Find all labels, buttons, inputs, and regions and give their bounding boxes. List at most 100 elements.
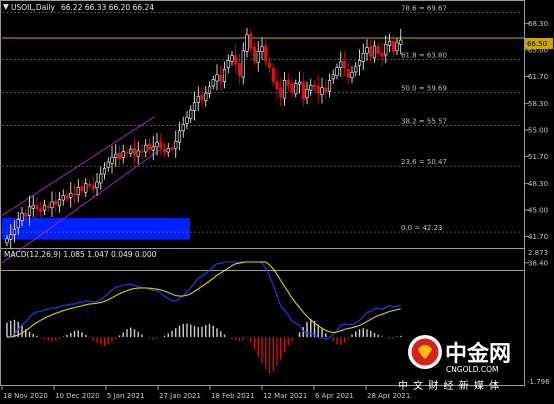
price-tick-label: 38.40 xyxy=(528,259,548,267)
candle-body xyxy=(121,151,125,158)
time-tick-label: 10 Dec 2020 xyxy=(55,392,100,400)
price-tick-label: 58.30 xyxy=(528,100,548,108)
candle-body xyxy=(275,81,279,90)
candle-body xyxy=(144,144,148,153)
candle-body xyxy=(185,116,189,124)
candle-body xyxy=(189,109,193,119)
price-tick-label: 41.70 xyxy=(528,233,548,241)
candle-body xyxy=(324,87,328,92)
candle-body xyxy=(162,148,167,152)
fib-level-label: 38.2 = 55.57 xyxy=(401,117,447,125)
candle-body xyxy=(316,85,320,94)
candle-body xyxy=(80,186,84,192)
candle-body xyxy=(395,42,399,51)
time-tick-label: 18 Nov 2020 xyxy=(3,392,48,400)
fib-level-label: 61.8 = 63.80 xyxy=(401,52,447,60)
candle-body xyxy=(192,102,197,111)
candle-body xyxy=(305,88,309,98)
price-tick-label: 48.30 xyxy=(528,180,548,188)
candle-body xyxy=(106,161,110,168)
candle-body xyxy=(9,234,13,240)
candle-body xyxy=(399,39,403,45)
time-tick-label: 6 Apr 2021 xyxy=(315,392,354,400)
candle-body xyxy=(50,201,54,208)
candle-body xyxy=(279,87,283,98)
watermark-en: CNGOLD.COM xyxy=(446,365,499,374)
price-tick-label: 55.00 xyxy=(528,127,548,135)
candle-body xyxy=(241,50,245,78)
time-tick-label: 18 Feb 2021 xyxy=(211,392,255,400)
candle-body xyxy=(249,34,253,49)
symbol-label[interactable]: USOIL,Daily xyxy=(11,3,55,12)
candle-body xyxy=(42,204,47,211)
candle-body xyxy=(110,156,114,164)
candle-body xyxy=(76,187,80,196)
candle-body xyxy=(312,84,317,88)
candle-body xyxy=(166,148,170,153)
candle-body xyxy=(256,51,260,63)
candle-body xyxy=(151,146,155,151)
candle-body xyxy=(282,80,287,99)
candle-body xyxy=(365,47,369,54)
candle-body xyxy=(177,130,182,143)
macd-axis-top: 2.873 xyxy=(528,249,548,257)
candle-body xyxy=(297,81,302,85)
candle-body xyxy=(361,52,365,62)
candle-body xyxy=(136,150,140,157)
candle-body xyxy=(369,46,373,57)
candle-body xyxy=(230,55,234,62)
candle-body xyxy=(339,61,343,68)
macd-main-line xyxy=(6,261,401,340)
time-tick-label: 12 Mar 2021 xyxy=(263,392,307,400)
candle-body xyxy=(31,204,35,209)
symbol-menu-glyph[interactable]: ▼ xyxy=(3,2,9,11)
candle-body xyxy=(237,63,242,76)
candle-body xyxy=(20,212,24,221)
candle-body xyxy=(384,44,388,56)
candle-body xyxy=(54,200,58,205)
candle-body xyxy=(286,80,290,86)
candle-body xyxy=(125,152,129,154)
candle-body xyxy=(99,173,103,184)
candle-body xyxy=(155,142,159,148)
demand-zone xyxy=(2,218,190,240)
macd-label: MACD(12,26,9) 1.085 1.047 0.049 0.000 xyxy=(4,250,157,259)
fib-level-label: 23.6 = 50.47 xyxy=(401,158,447,166)
time-tick-label: 27 Jan 2021 xyxy=(159,392,201,400)
candle-body xyxy=(342,60,347,68)
candle-body xyxy=(16,219,20,229)
candle-body xyxy=(147,143,152,150)
candle-body xyxy=(24,212,28,217)
candle-body xyxy=(181,124,185,132)
candle-body xyxy=(301,81,305,100)
watermark-sub: 中 文 财 经 新 媒 体 xyxy=(398,379,500,392)
candle-body xyxy=(129,148,133,154)
fib-level-label: 78.6 = 69.67 xyxy=(401,5,447,13)
candle-body xyxy=(219,74,223,83)
time-tick-label: 5 Jan 2021 xyxy=(107,392,145,400)
candle-body xyxy=(91,185,95,190)
fib-level-label: 50.0 = 59.69 xyxy=(401,84,447,92)
candle-body xyxy=(207,86,212,94)
candle-body xyxy=(335,67,339,77)
right-axis-strip xyxy=(525,0,554,404)
candle-body xyxy=(380,52,384,57)
candle-body xyxy=(267,62,272,68)
candle-body xyxy=(350,72,354,78)
price-tick-label: 45.00 xyxy=(528,207,548,215)
candle-body xyxy=(27,206,32,216)
candle-body xyxy=(69,192,73,198)
candle-body xyxy=(5,238,9,244)
candlestick-series xyxy=(5,27,403,249)
candle-body xyxy=(12,228,17,235)
chart-canvas: 78.6 = 69.67 61.8 = 63.80 50.0 = 59.69 38.2… xyxy=(0,0,554,404)
candle-body xyxy=(204,92,208,101)
candle-body xyxy=(39,208,43,212)
candle-body xyxy=(354,66,358,73)
candle-body xyxy=(114,153,118,158)
candle-body xyxy=(271,67,275,83)
candle-body xyxy=(159,141,163,148)
candle-body xyxy=(57,199,62,207)
price-tick-label: 51.70 xyxy=(528,153,548,161)
candle-body xyxy=(327,80,332,92)
